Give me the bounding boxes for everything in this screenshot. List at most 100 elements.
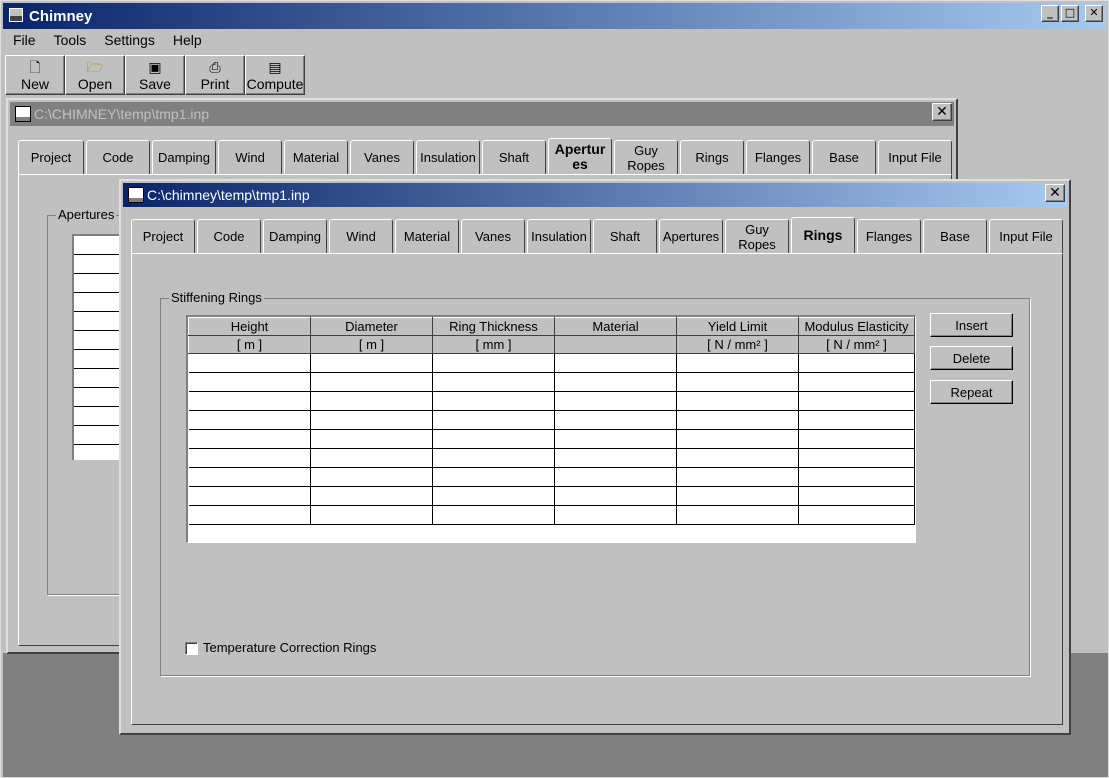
table-cell[interactable] — [554, 353, 677, 373]
tab-apertures[interactable]: Apertures — [659, 219, 723, 253]
table-cell[interactable] — [676, 505, 799, 525]
table-cell[interactable] — [554, 391, 677, 411]
back-tab-rings[interactable]: Rings — [680, 140, 744, 174]
table-cell[interactable] — [554, 410, 677, 430]
table-cell[interactable] — [432, 410, 555, 430]
temperature-correction-checkbox[interactable] — [185, 642, 198, 655]
table-cell[interactable] — [188, 448, 311, 468]
table-cell[interactable] — [676, 429, 799, 449]
tab-project[interactable]: Project — [131, 219, 195, 253]
table-cell[interactable] — [310, 505, 433, 525]
back-tab-input-file[interactable]: Input File — [878, 140, 952, 174]
table-cell[interactable] — [310, 353, 433, 373]
column-header-material[interactable]: Material — [554, 317, 677, 336]
back-tab-apertures[interactable]: Apertur es — [548, 138, 612, 174]
menu-settings[interactable]: Settings — [94, 30, 163, 52]
table-cell[interactable] — [676, 410, 799, 430]
back-tab-flanges[interactable]: Flanges — [746, 140, 810, 174]
back-tab-wind[interactable]: Wind — [218, 140, 282, 174]
table-cell[interactable] — [554, 429, 677, 449]
delete-button[interactable]: Delete — [930, 346, 1013, 370]
back-tab-base[interactable]: Base — [812, 140, 876, 174]
insert-button[interactable]: Insert — [930, 313, 1013, 337]
menu-tools[interactable]: Tools — [44, 30, 95, 52]
table-cell[interactable] — [310, 391, 433, 411]
table-cell[interactable] — [798, 391, 915, 411]
close-button[interactable]: ✕ — [1085, 5, 1103, 22]
tab-shaft[interactable]: Shaft — [593, 219, 657, 253]
stiffening-rings-grid[interactable]: Height Diameter Ring Thickness Material … — [186, 315, 916, 543]
back-window-title-bar[interactable]: C:\CHIMNEY\temp\tmp1.inp — [10, 102, 954, 126]
column-header-diameter[interactable]: Diameter — [310, 317, 433, 336]
column-header-modulus-elasticity[interactable]: Modulus Elasticity — [798, 317, 915, 336]
table-cell[interactable] — [798, 429, 915, 449]
table-cell[interactable] — [310, 372, 433, 392]
table-cell[interactable] — [676, 391, 799, 411]
table-cell[interactable] — [188, 391, 311, 411]
repeat-button[interactable]: Repeat — [930, 380, 1013, 404]
table-cell[interactable] — [432, 467, 555, 487]
table-cell[interactable] — [310, 429, 433, 449]
table-cell[interactable] — [798, 505, 915, 525]
table-cell[interactable] — [554, 467, 677, 487]
tab-base[interactable]: Base — [923, 219, 987, 253]
tab-material[interactable]: Material — [395, 219, 459, 253]
table-cell[interactable] — [432, 505, 555, 525]
column-header-ring-thickness[interactable]: Ring Thickness — [432, 317, 555, 336]
tab-insulation[interactable]: Insulation — [527, 219, 591, 253]
table-cell[interactable] — [432, 486, 555, 506]
open-button[interactable]: 🗁 Open — [65, 55, 125, 95]
table-cell[interactable] — [432, 448, 555, 468]
back-tab-project[interactable]: Project — [18, 140, 84, 174]
temperature-correction-label[interactable]: Temperature Correction Rings — [203, 640, 376, 655]
front-window-title-bar[interactable]: C:\chimney\temp\tmp1.inp — [123, 183, 1067, 207]
column-header-height[interactable]: Height — [188, 317, 311, 336]
table-cell[interactable] — [676, 486, 799, 506]
tab-guy-ropes[interactable]: Guy Ropes — [725, 219, 789, 253]
table-cell[interactable] — [432, 391, 555, 411]
table-cell[interactable] — [554, 372, 677, 392]
table-cell[interactable] — [188, 467, 311, 487]
tab-rings[interactable]: Rings — [791, 217, 855, 253]
table-cell[interactable] — [188, 429, 311, 449]
back-tab-guy-ropes[interactable]: Guy Ropes — [614, 140, 678, 174]
maximize-button[interactable]: □ — [1061, 5, 1079, 22]
table-cell[interactable] — [432, 353, 555, 373]
table-cell[interactable] — [798, 448, 915, 468]
back-tab-code[interactable]: Code — [86, 140, 150, 174]
minimize-button[interactable]: _ — [1041, 5, 1059, 22]
table-cell[interactable] — [676, 372, 799, 392]
table-cell[interactable] — [310, 410, 433, 430]
table-cell[interactable] — [188, 410, 311, 430]
table-cell[interactable] — [676, 448, 799, 468]
back-window-close-button[interactable]: ✕ — [932, 103, 952, 121]
front-window-close-button[interactable]: ✕ — [1045, 184, 1065, 202]
save-button[interactable]: ▣ Save — [125, 55, 185, 95]
menu-file[interactable]: File — [3, 30, 44, 52]
table-cell[interactable] — [188, 372, 311, 392]
table-cell[interactable] — [432, 372, 555, 392]
table-cell[interactable] — [676, 353, 799, 373]
table-cell[interactable] — [798, 410, 915, 430]
table-cell[interactable] — [310, 467, 433, 487]
tab-input-file[interactable]: Input File — [989, 219, 1063, 253]
table-cell[interactable] — [310, 486, 433, 506]
compute-button[interactable]: ▤ Compute — [245, 55, 305, 95]
table-cell[interactable] — [188, 486, 311, 506]
back-tab-material[interactable]: Material — [284, 140, 348, 174]
tab-wind[interactable]: Wind — [329, 219, 393, 253]
print-button[interactable]: ⎙ Print — [185, 55, 245, 95]
column-header-yield-limit[interactable]: Yield Limit — [676, 317, 799, 336]
table-cell[interactable] — [554, 448, 677, 468]
table-cell[interactable] — [554, 505, 677, 525]
table-cell[interactable] — [798, 372, 915, 392]
tab-flanges[interactable]: Flanges — [857, 219, 921, 253]
back-tab-insulation[interactable]: Insulation — [416, 140, 480, 174]
table-cell[interactable] — [310, 448, 433, 468]
table-cell[interactable] — [676, 467, 799, 487]
tab-vanes[interactable]: Vanes — [461, 219, 525, 253]
back-tab-damping[interactable]: Damping — [152, 140, 216, 174]
tab-code[interactable]: Code — [197, 219, 261, 253]
table-cell[interactable] — [432, 429, 555, 449]
menu-help[interactable]: Help — [163, 30, 210, 52]
